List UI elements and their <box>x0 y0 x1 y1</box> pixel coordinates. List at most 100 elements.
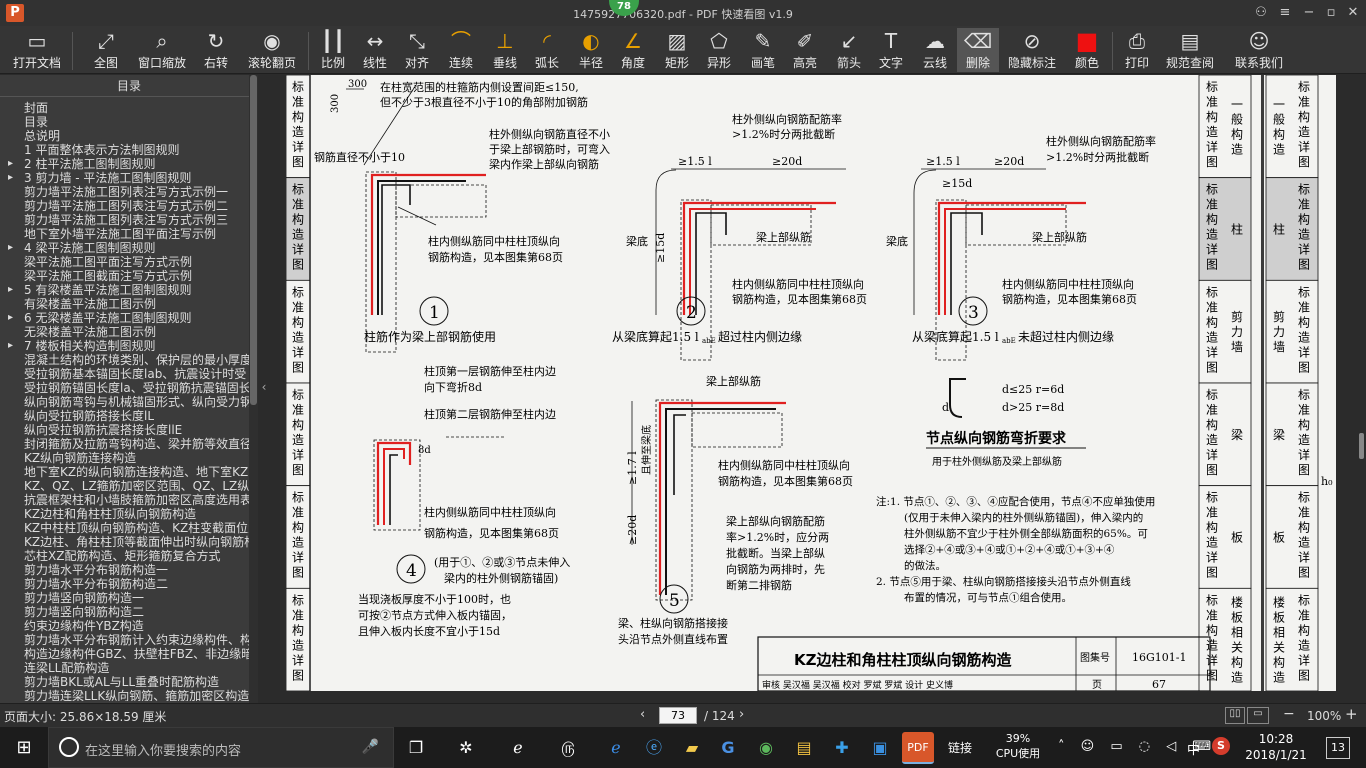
viewer-scrollbar-thumb[interactable] <box>1359 433 1364 459</box>
toolbar-open-file[interactable]: ▭ 打开文档 <box>8 28 66 72</box>
edge-e-icon[interactable]: ℯ <box>502 732 534 764</box>
minimize-icon[interactable]: − <box>1298 4 1320 22</box>
toolbar-arc-length[interactable]: ◜ 弧长 <box>530 28 564 72</box>
next-page-icon[interactable]: › <box>739 707 744 722</box>
toc-item[interactable]: 剪力墙水平分布钢筋构造一 <box>0 563 250 577</box>
pdf-viewer-icon[interactable]: PDF <box>902 732 934 764</box>
toc-item[interactable]: 受拉钢筋锚固长度la、受拉钢筋抗震锚固长 <box>0 381 250 395</box>
folder-icon[interactable]: ▰ <box>676 732 708 764</box>
notification-center-icon[interactable]: 13 <box>1326 737 1350 759</box>
toolbar-print[interactable]: ⎙ 打印 <box>1120 28 1154 72</box>
toc-item[interactable]: 剪力墙平法施工图列表注写方式示例一 <box>0 185 250 199</box>
sogou-icon[interactable]: S <box>1212 737 1230 755</box>
toolbar-scale[interactable]: ┃┃ 比例 <box>316 28 350 72</box>
user-icon[interactable]: ⚇ <box>1250 4 1272 22</box>
toc-item[interactable]: 抗震框架柱和小墙肢箍筋加密区高度选用表 <box>0 493 250 507</box>
toc-item[interactable]: 剪力墙竖向钢筋构造二 <box>0 605 250 619</box>
toc-item[interactable]: 封面 <box>0 101 250 115</box>
tray-cpu-meter[interactable]: 39% CPU使用 <box>988 731 1048 761</box>
toc-item[interactable]: 剪力墙平法施工图列表注写方式示例三 <box>0 213 250 227</box>
tray-clock[interactable]: 10:28 2018/1/21 <box>1240 731 1312 763</box>
toc-item[interactable]: 梁平法施工图平面注写方式示例 <box>0 255 250 269</box>
toc-item[interactable]: 连梁LL配筋构造 <box>0 661 250 675</box>
ime-indicator[interactable]: 中 <box>1187 739 1200 758</box>
menu-icon[interactable]: ≡ <box>1274 4 1296 22</box>
toc-item[interactable]: 目录 <box>0 115 250 129</box>
continuous-view-icon[interactable]: ▭ <box>1247 707 1269 724</box>
single-page-view-icon[interactable]: ▯▯ <box>1225 707 1245 724</box>
toc-item[interactable]: 剪力墙水平分布钢筋计入约束边缘构件、构 <box>0 633 250 647</box>
toc-item[interactable]: 剪力墙平法施工图列表注写方式示例二 <box>0 199 250 213</box>
toolbar-continuous[interactable]: ⌒ 连续 <box>444 28 478 72</box>
toc-item[interactable]: 有梁楼盖平法施工图示例 <box>0 297 250 311</box>
toc-item[interactable]: 7 楼板相关构造制图规则 <box>0 339 250 353</box>
toolbar-radius[interactable]: ◐ 半径 <box>574 28 608 72</box>
toolbar-cloud-line[interactable]: ☁ 云线 <box>918 28 952 72</box>
toc-item[interactable]: KZ中柱柱顶纵向钢筋构造、KZ柱变截面位置 <box>0 521 250 535</box>
toolbar-standard-query[interactable]: ▤ 规范查阅 <box>1164 28 1216 72</box>
toolbar-highlighter[interactable]: ✐ 高亮 <box>788 28 822 72</box>
close-icon[interactable]: ✕ <box>1342 4 1364 22</box>
edge-icon[interactable]: ℯ <box>600 732 632 764</box>
toolbar-rotate-right[interactable]: ↻ 右转 <box>198 28 234 72</box>
plus-icon[interactable]: ✚ <box>826 732 858 764</box>
toolbar-linear[interactable]: ↔ 线性 <box>358 28 392 72</box>
microphone-icon[interactable]: 🎤 <box>362 739 379 755</box>
toc-item[interactable]: KZ、QZ、LZ箍筋加密区范围、QZ、LZ纵向钢 <box>0 479 250 493</box>
toc-item[interactable]: 剪力墙竖向钢筋构造一 <box>0 591 250 605</box>
toolbar-fit-all[interactable]: ⤢ 全图 <box>88 28 124 72</box>
toc-item[interactable]: 梁平法施工图截面注写方式示例 <box>0 269 250 283</box>
toc-item[interactable]: KZ纵向钢筋连接构造 <box>0 451 250 465</box>
maximize-icon[interactable]: ▫ <box>1320 4 1342 22</box>
toc-item[interactable]: 剪力墙水平分布钢筋构造二 <box>0 577 250 591</box>
toc-item[interactable]: 纵向受拉钢筋抗震搭接长度llE <box>0 423 250 437</box>
toc-item[interactable]: 受拉钢筋基本锚固长度lab、抗震设计时受 <box>0 367 250 381</box>
toc-item[interactable]: 2 柱平法施工图制图规则 <box>0 157 250 171</box>
toc-item[interactable]: 无梁楼盖平法施工图示例 <box>0 325 250 339</box>
toolbar-text[interactable]: T 文字 <box>874 28 908 72</box>
toc-item[interactable]: 总说明 <box>0 129 250 143</box>
toc-item[interactable]: 混凝土结构的环境类别、保护层的最小厚度 <box>0 353 250 367</box>
toolbar-scroll-pan[interactable]: ◉ 滚轮翻页 <box>244 28 300 72</box>
toolbar-pencil[interactable]: ✎ 画笔 <box>746 28 780 72</box>
taskbar-search-box[interactable]: 在这里输入你要搜索的内容 🎤 <box>48 727 394 768</box>
page-number-input[interactable] <box>659 707 697 724</box>
pinwheel-icon[interactable]: ✲ <box>450 732 482 764</box>
g-icon[interactable]: G <box>712 732 744 764</box>
toc-scrollbar-thumb[interactable] <box>250 75 257 405</box>
toc-item[interactable]: 4 梁平法施工图制图规则 <box>0 241 250 255</box>
spiral-icon[interactable]: ௫ <box>552 732 584 764</box>
prev-page-icon[interactable]: ‹ <box>640 707 645 722</box>
toolbar-contact-us[interactable]: ☺ 联系我们 <box>1232 28 1286 72</box>
zoom-out-button[interactable]: − <box>1283 706 1295 722</box>
toc-item[interactable]: KZ边柱、角柱柱顶等截面伸出时纵向钢筋构 <box>0 535 250 549</box>
circle-icon[interactable]: ◉ <box>750 732 782 764</box>
toc-item[interactable]: 剪力墙连梁LLK纵向钢筋、箍筋加密区构造 <box>0 689 250 701</box>
task-view-icon[interactable]: ❐ <box>400 732 432 764</box>
toc-item[interactable]: 5 有梁楼盖平法施工图制图规则 <box>0 283 250 297</box>
toc-item[interactable]: 构造边缘构件GBZ、扶壁柱FBZ、非边缘暗柱 <box>0 647 250 661</box>
toc-item[interactable]: 地下室外墙平法施工图平面注写示例 <box>0 227 250 241</box>
windows-start-icon[interactable]: ⊞ <box>0 727 48 768</box>
toolbar-delete[interactable]: ⌫ 删除 <box>957 28 999 72</box>
toc-item[interactable]: 纵向钢筋弯钩与机械锚固形式、纵向受力钢 <box>0 395 250 409</box>
ie-icon[interactable]: ⓔ <box>638 732 670 764</box>
toc-item[interactable]: 3 剪力墙 - 平法施工图制图规则 <box>0 171 250 185</box>
document-viewer[interactable]: 标准构造详图标准构造详图标准构造详图标准构造详图标准构造详图标准构造详图 标准构… <box>270 75 1366 703</box>
toc-item[interactable]: 地下室KZ的纵向钢筋连接构造、地下室KZ的 <box>0 465 250 479</box>
toolbar-rectangle[interactable]: ▨ 矩形 <box>660 28 694 72</box>
toolbar-hide-marks[interactable]: ⊘ 隐藏标注 <box>1006 28 1058 72</box>
collapse-sidebar-icon[interactable]: ‹ <box>258 375 270 399</box>
toc-item[interactable]: 封闭箍筋及拉筋弯钩构造、梁并筋等效直径 <box>0 437 250 451</box>
toc-item[interactable]: 约束边缘构件YBZ构造 <box>0 619 250 633</box>
toolbar-arrow[interactable]: ↙ 箭头 <box>832 28 866 72</box>
toolbar-align[interactable]: ⤡ 对齐 <box>400 28 434 72</box>
toolbar-color[interactable]: ■ 颜色 <box>1070 28 1104 72</box>
briefcase-icon[interactable]: ▣ <box>864 732 896 764</box>
viewer-scrollbar[interactable] <box>1356 75 1366 703</box>
toolbar-irregular[interactable]: ⬠ 异形 <box>702 28 736 72</box>
zoom-in-button[interactable]: + <box>1345 705 1358 723</box>
toc-item[interactable]: 1 平面整体表示方法制图规则 <box>0 143 250 157</box>
toc-item[interactable]: 6 无梁楼盖平法施工图制图规则 <box>0 311 250 325</box>
toc-item[interactable]: KZ边柱和角柱柱顶纵向钢筋构造 <box>0 507 250 521</box>
